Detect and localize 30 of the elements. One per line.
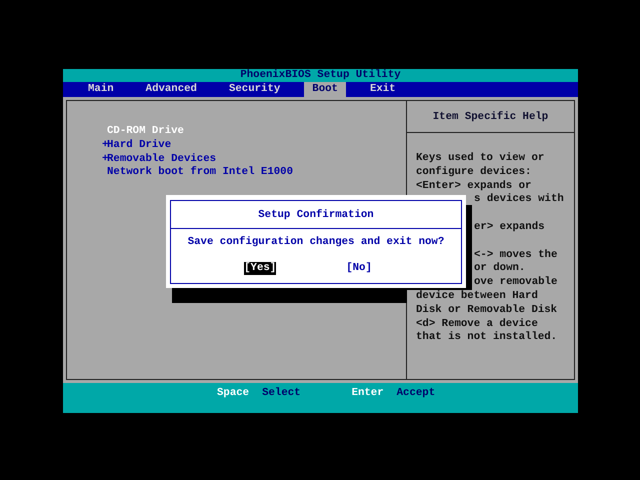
boot-item[interactable]: Network boot from Intel E1000 bbox=[102, 166, 406, 180]
menu-tab[interactable]: Exit bbox=[362, 82, 404, 97]
key-hint: Space bbox=[217, 386, 250, 401]
help-title: Item Specific Help bbox=[432, 110, 548, 122]
help-text: <-> moves the bbox=[474, 248, 558, 261]
dialog-message: Save configuration changes and exit now? bbox=[188, 235, 444, 249]
dialog-title: Setup Confirmation bbox=[258, 208, 374, 220]
dialog-button[interactable]: [Yes] bbox=[244, 262, 276, 275]
window-title: PhoenixBIOS Setup Utility bbox=[240, 69, 401, 82]
help-text: <Enter> expands or bbox=[416, 180, 532, 192]
menu-tab[interactable]: Security bbox=[220, 82, 288, 97]
help-text: Disk or Removable Disk bbox=[416, 304, 558, 316]
key-action: Select bbox=[262, 386, 301, 401]
menu-tab[interactable]: Advanced bbox=[138, 82, 205, 97]
boot-item[interactable]: +Hard Drive bbox=[102, 138, 406, 153]
help-text: s devices with bbox=[474, 193, 564, 206]
help-text: <d> Remove a device bbox=[416, 318, 538, 330]
key-hint: Enter bbox=[352, 386, 384, 401]
help-text: ove removable bbox=[474, 276, 558, 288]
dialog-button[interactable]: [No] bbox=[346, 262, 372, 275]
key-action: Accept bbox=[396, 386, 436, 401]
help-text: er> expands bbox=[474, 220, 545, 233]
help-text: or down. bbox=[474, 262, 526, 274]
help-text: that is not installed. bbox=[416, 331, 558, 344]
help-text: Keys used to view or bbox=[416, 152, 544, 164]
menu-tab[interactable]: Main bbox=[80, 82, 122, 97]
boot-item[interactable]: +Removable Devices bbox=[102, 152, 406, 166]
menu-tab[interactable]: Boot bbox=[304, 82, 346, 97]
help-text: configure devices: bbox=[416, 166, 532, 178]
help-text: device between Hard bbox=[416, 290, 538, 302]
